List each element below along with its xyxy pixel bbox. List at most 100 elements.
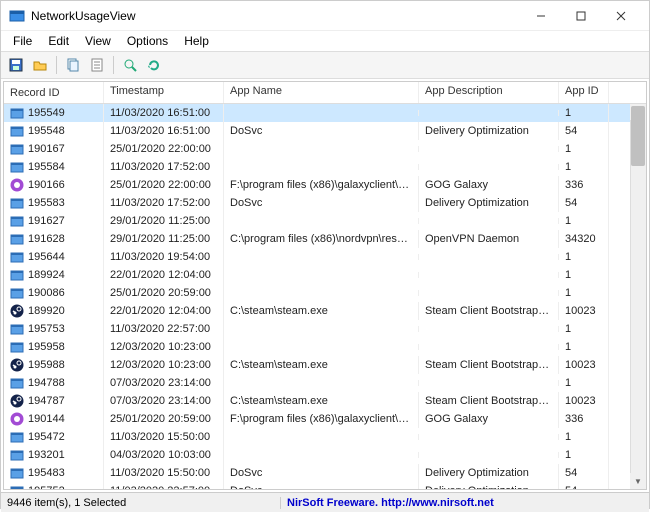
table-row[interactable]: 19598812/03/2020 10:23:00C:\steam\steam.… (4, 356, 646, 374)
cell-timestamp: 25/01/2020 22:00:00 (104, 176, 224, 194)
table-row[interactable]: 19478707/03/2020 23:14:00C:\steam\steam.… (4, 392, 646, 410)
row-app-icon (10, 178, 24, 192)
cell-timestamp: 11/03/2020 22:57:00 (104, 320, 224, 338)
table-row[interactable]: 19558411/03/2020 17:52:001 (4, 158, 646, 176)
cell-app-id: 1 (559, 212, 609, 230)
cell-app-id: 10023 (559, 302, 609, 320)
cell-app-name (224, 434, 419, 440)
col-app-id[interactable]: App ID (559, 82, 609, 103)
refresh-icon[interactable] (143, 54, 165, 76)
table-row[interactable]: 19014425/01/2020 20:59:00F:\program file… (4, 410, 646, 428)
cell-app-description: Delivery Optimization (419, 194, 559, 212)
cell-app-id: 336 (559, 410, 609, 428)
cell-app-id: 1 (559, 158, 609, 176)
table-row[interactable]: 19320104/03/2020 10:03:001 (4, 446, 646, 464)
properties-icon[interactable] (86, 54, 108, 76)
cell-app-description: Delivery Optimization (419, 482, 559, 489)
cell-app-description (419, 110, 559, 116)
menu-view[interactable]: View (77, 32, 119, 50)
scroll-down-icon[interactable]: ▼ (630, 473, 646, 489)
cell-app-description (419, 452, 559, 458)
cell-app-name: C:\program files (x86)\nordvpn\resources… (224, 230, 419, 248)
table-row[interactable]: 195472 11/03/2020 15:50:00 1 (4, 428, 646, 446)
table-row[interactable]: 19554911/03/2020 16:51:001 (4, 104, 646, 122)
cell-app-name (224, 110, 419, 116)
table-row[interactable]: 19162729/01/2020 11:25:001 (4, 212, 646, 230)
table-body: 19554911/03/2020 16:51:001 195548 11/03/20… (4, 104, 646, 489)
cell-app-name (224, 254, 419, 260)
window-title: NetworkUsageView (31, 9, 521, 23)
cell-timestamp: 22/01/2020 12:04:00 (104, 266, 224, 284)
cell-record-id: 194787 (28, 395, 65, 407)
cell-record-id: 193201 (28, 449, 65, 461)
cell-record-id: 195583 (28, 197, 65, 209)
cell-timestamp: 11/03/2020 17:52:00 (104, 194, 224, 212)
table-row[interactable]: 19595812/03/2020 10:23:001 (4, 338, 646, 356)
table-row[interactable]: 19016625/01/2020 22:00:00F:\program file… (4, 176, 646, 194)
close-button[interactable] (601, 2, 641, 30)
table-row[interactable]: 19575311/03/2020 22:57:001 (4, 320, 646, 338)
menu-file[interactable]: File (5, 32, 40, 50)
cell-timestamp: 11/03/2020 16:51:00 (104, 122, 224, 140)
table-row[interactable]: 18992422/01/2020 12:04:001 (4, 266, 646, 284)
menubar: File Edit View Options Help (1, 31, 649, 51)
row-app-icon (10, 322, 24, 336)
statusbar: 9446 item(s), 1 Selected NirSoft Freewar… (1, 492, 649, 512)
find-icon[interactable] (119, 54, 141, 76)
cell-timestamp: 11/03/2020 17:52:00 (104, 158, 224, 176)
cell-app-id: 54 (559, 482, 609, 489)
cell-timestamp: 11/03/2020 15:50:00 (104, 428, 224, 446)
col-app-name[interactable]: App Name (224, 82, 419, 103)
table-row[interactable]: 19478807/03/2020 23:14:001 (4, 374, 646, 392)
cell-record-id: 190144 (28, 413, 65, 425)
cell-timestamp: 22/01/2020 12:04:00 (104, 302, 224, 320)
cell-record-id: 195644 (28, 251, 65, 263)
row-app-icon (10, 466, 24, 480)
table-row[interactable]: 19575211/03/2020 22:57:00DoSvcDelivery O… (4, 482, 646, 489)
row-app-icon (10, 124, 24, 138)
cell-timestamp: 11/03/2020 19:54:00 (104, 248, 224, 266)
copy-icon[interactable] (62, 54, 84, 76)
menu-edit[interactable]: Edit (40, 32, 77, 50)
table-row[interactable]: 19162829/01/2020 11:25:00C:\program file… (4, 230, 646, 248)
table-row[interactable]: 19558311/03/2020 17:52:00DoSvcDelivery O… (4, 194, 646, 212)
status-link[interactable]: NirSoft Freeware. http://www.nirsoft.net (281, 497, 649, 509)
cell-record-id: 189924 (28, 269, 65, 281)
minimize-button[interactable] (521, 2, 561, 30)
cell-app-id: 1 (559, 428, 609, 446)
table-row[interactable]: 19548311/03/2020 15:50:00DoSvcDelivery O… (4, 464, 646, 482)
cell-app-description: Steam Client Bootstrapper (419, 356, 559, 374)
col-timestamp[interactable]: Timestamp (104, 82, 224, 103)
table-row[interactable]: 19564411/03/2020 19:54:001 (4, 248, 646, 266)
menu-options[interactable]: Options (119, 32, 176, 50)
cell-app-description: GOG Galaxy (419, 176, 559, 194)
menu-help[interactable]: Help (176, 32, 217, 50)
cell-app-id: 54 (559, 464, 609, 482)
cell-app-id: 1 (559, 140, 609, 158)
table-row[interactable]: 18992022/01/2020 12:04:00C:\steam\steam.… (4, 302, 646, 320)
cell-record-id: 195548 (28, 125, 65, 137)
cell-record-id: 195472 (28, 431, 65, 443)
table-row[interactable]: 19016725/01/2020 22:00:001 (4, 140, 646, 158)
cell-app-name: C:\steam\steam.exe (224, 302, 419, 320)
table-row[interactable]: 19008625/01/2020 20:59:001 (4, 284, 646, 302)
cell-app-description (419, 326, 559, 332)
open-folder-icon[interactable] (29, 54, 51, 76)
scrollbar-thumb[interactable] (631, 106, 645, 166)
cell-record-id: 191627 (28, 215, 65, 227)
cell-app-name (224, 344, 419, 350)
cell-app-id: 54 (559, 122, 609, 140)
col-app-description[interactable]: App Description (419, 82, 559, 103)
cell-timestamp: 11/03/2020 15:50:00 (104, 464, 224, 482)
cell-timestamp: 11/03/2020 16:51:00 (104, 104, 224, 122)
row-app-icon (10, 358, 24, 372)
save-icon[interactable] (5, 54, 27, 76)
col-record-id[interactable]: Record ID (4, 82, 104, 103)
cell-app-name: C:\steam\steam.exe (224, 356, 419, 374)
cell-record-id: 195988 (28, 359, 65, 371)
row-app-icon (10, 340, 24, 354)
cell-app-description: Steam Client Bootstrapper (419, 302, 559, 320)
maximize-button[interactable] (561, 2, 601, 30)
table-row[interactable]: 19554811/03/2020 16:51:00DoSvcDelivery O… (4, 122, 646, 140)
toolbar (1, 51, 649, 79)
